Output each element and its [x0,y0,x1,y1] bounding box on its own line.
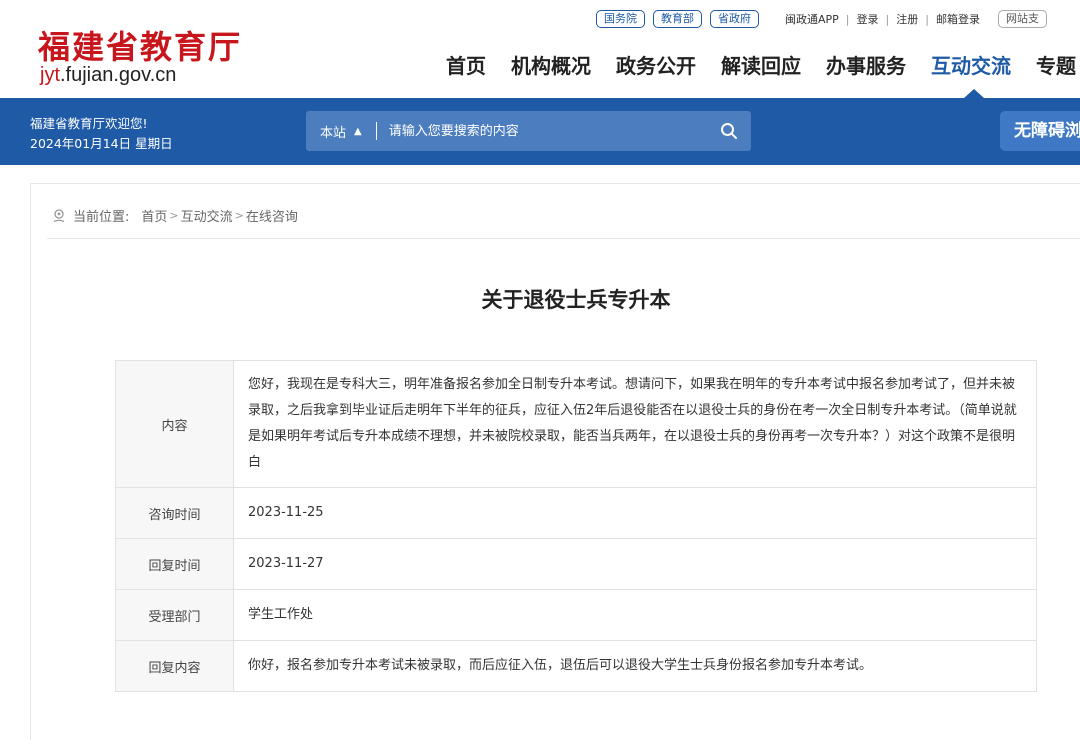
page-title: 关于退役士兵专升本 [481,288,671,312]
breadcrumb-separator: > [234,209,244,222]
link-state-council[interactable]: 国务院 [596,10,645,28]
row-value-content: 您好，我现在是专科大三，明年准备报名参加全日制专升本考试。想请问下，如果我在明年… [233,360,1037,488]
row-value-reply-time: 2023-11-27 [233,538,1037,590]
nav-organization[interactable]: 机构概况 [511,50,591,79]
main-nav: 首页 机构概况 政务公开 解读回应 办事服务 互动交流 专题 [446,50,1080,79]
breadcrumb-separator: > [169,209,179,222]
row-label-consult-time: 咨询时间 [115,487,234,539]
top-links-bar: 国务院 教育部 省政府 闽政通APP | 登录 | 注册 | 邮箱登录 网站支 [596,10,1047,28]
row-value-reply-content: 你好，报名参加专升本考试未被录取，而后应征入伍，退伍后可以退役大学生士兵身份报名… [233,640,1037,692]
current-date: 2024年01月14日 星期日 [30,136,173,151]
content-panel: 当前位置: 首页 > 互动交流 > 在线咨询 关于退役士兵专升本 内容 您好，我… [30,183,1080,740]
active-nav-indicator [964,89,984,98]
site-domain[interactable]: jyt.fujian.gov.cn [40,64,176,87]
accessibility-button[interactable]: 无障碍浏 [1000,111,1080,151]
site-logo[interactable]: 福建省教育厅 [38,22,242,68]
nav-interaction[interactable]: 互动交流 [931,50,1011,79]
link-provincial-government[interactable]: 省政府 [710,10,759,28]
table-row: 回复内容 你好，报名参加专升本考试未被录取，而后应征入伍，退伍后可以退役大学生士… [115,640,1037,692]
site-domain-accent: jyt [40,64,60,86]
site-domain-rest: .fujian.gov.cn [60,64,177,86]
site-header: 福建省教育厅 jyt.fujian.gov.cn 国务院 教育部 省政府 闽政通… [0,0,1080,98]
search-box: 本站 ▲︎ [306,111,751,151]
site-support-link[interactable]: 网站支 [997,10,1047,28]
search-scope-label: 本站 [320,125,347,141]
welcome-block: 福建省教育厅欢迎您! 2024年01月14日 星期日 [30,114,173,154]
breadcrumb-interaction[interactable]: 互动交流 [181,206,233,225]
nav-services[interactable]: 办事服务 [826,50,906,79]
sort-caret-icon: ▲︎ [354,125,362,137]
row-label-department: 受理部门 [115,589,234,641]
nav-interpretation[interactable]: 解读回应 [721,50,801,79]
table-row: 咨询时间 2023-11-25 [115,487,1037,539]
search-scope-select[interactable]: 本站 ▲︎ [306,122,362,141]
row-value-department: 学生工作处 [233,589,1037,641]
search-divider [375,122,377,140]
link-ministry-of-education[interactable]: 教育部 [653,10,702,28]
row-label-reply-content: 回复内容 [115,640,234,692]
breadcrumb-prefix: 当前位置: [73,210,130,225]
mail-login-link[interactable]: 邮箱登录 [936,11,980,27]
nav-government-affairs[interactable]: 政务公开 [616,50,696,79]
row-value-consult-time: 2023-11-25 [233,487,1037,539]
link-mzt-app[interactable]: 闽政通APP [785,11,839,27]
welcome-text: 福建省教育厅欢迎您! [30,116,148,131]
table-row: 受理部门 学生工作处 [115,589,1037,641]
table-row: 内容 您好，我现在是专科大三，明年准备报名参加全日制专升本考试。想请问下，如果我… [115,360,1037,488]
breadcrumb-divider [47,238,1080,239]
table-row: 回复时间 2023-11-27 [115,538,1037,590]
nav-home[interactable]: 首页 [446,50,486,79]
search-button[interactable] [707,111,751,151]
register-link[interactable]: 注册 [896,11,918,27]
breadcrumb-current[interactable]: 在线咨询 [246,206,298,225]
divider: | [925,12,929,26]
search-band: 福建省教育厅欢迎您! 2024年01月14日 星期日 本站 ▲︎ 无障碍浏 [0,98,1080,165]
consultation-table: 内容 您好，我现在是专科大三，明年准备报名参加全日制专升本考试。想请问下，如果我… [115,360,1037,692]
login-link[interactable]: 登录 [857,11,879,27]
location-pin-icon [53,208,65,222]
nav-topics[interactable]: 专题 [1036,50,1076,79]
breadcrumb-home[interactable]: 首页 [141,206,167,225]
breadcrumb: 当前位置: 首页 > 互动交流 > 在线咨询 [51,206,298,225]
divider: | [845,12,850,26]
row-label-reply-time: 回复时间 [115,538,234,590]
divider: | [885,12,890,26]
search-icon [721,123,737,139]
search-input[interactable] [388,123,707,139]
row-label-content: 内容 [115,360,234,488]
